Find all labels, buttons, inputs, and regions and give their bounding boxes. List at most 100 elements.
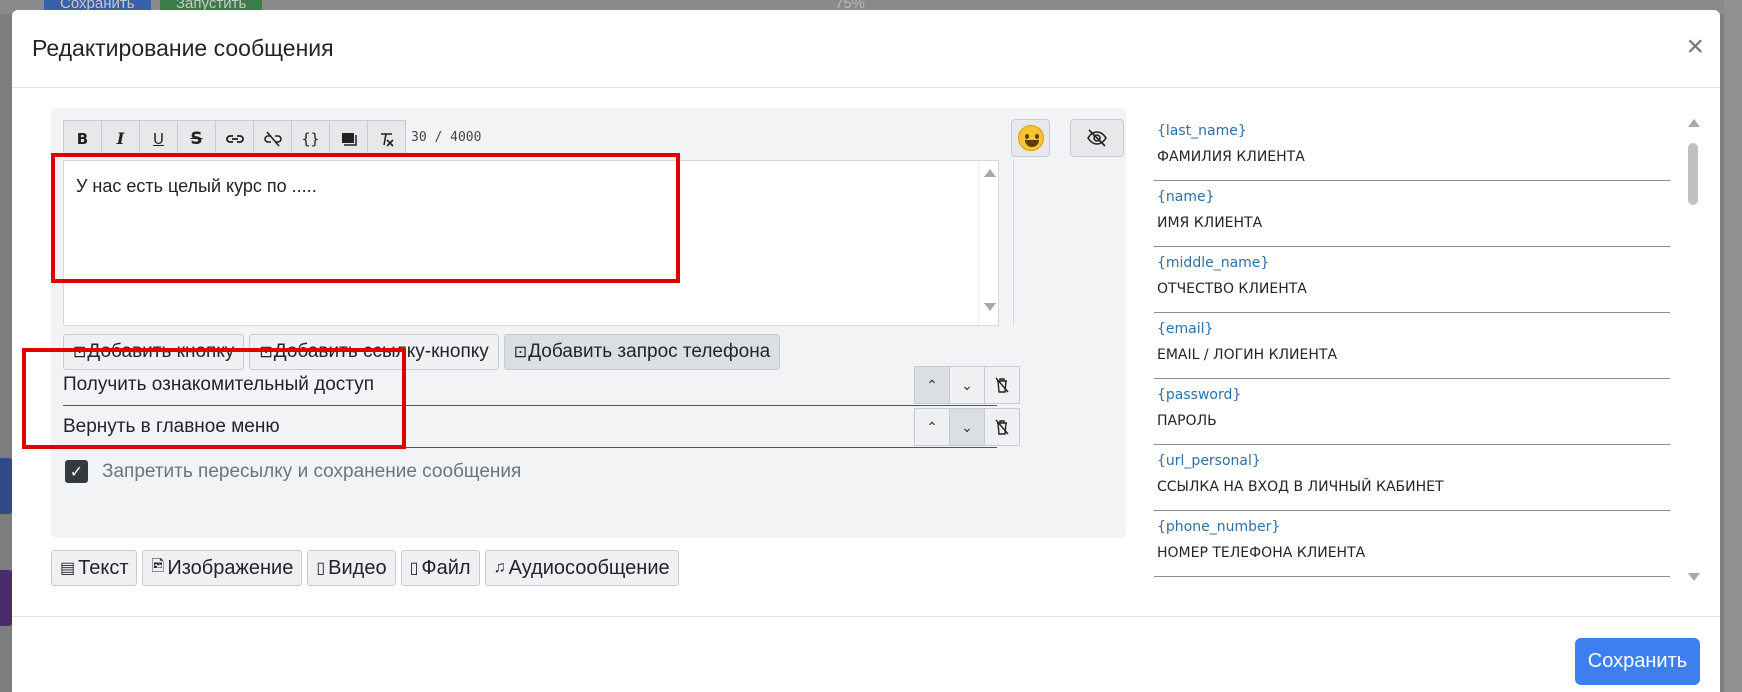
italic-button[interactable]: I [101, 120, 140, 157]
variable-key: {name} [1157, 189, 1215, 205]
image-type-label: Изображение [167, 556, 294, 579]
variable-key: {last_name} [1157, 123, 1247, 139]
textarea-divider [1013, 160, 1014, 326]
add-phone-request-label: Добавить запрос телефона [528, 341, 771, 362]
move-up-button[interactable]: ⌃ [914, 408, 950, 446]
variables-scrollbar[interactable] [1684, 115, 1704, 585]
text-type-button[interactable]: ▤ Текст [51, 550, 138, 586]
variable-value: ПАРОЛЬ [1157, 413, 1217, 429]
bold-icon: B [76, 129, 89, 148]
forbid-forwarding-option: ✓ Запретить пересылку и сохранение сообщ… [65, 460, 521, 483]
background-right-panel [1724, 0, 1742, 692]
variable-key: {email} [1157, 321, 1214, 337]
emoji-button[interactable] [1011, 119, 1050, 157]
audio-type-button[interactable]: ♫ Аудиосообщение [484, 550, 679, 586]
variable-key: {middle_name} [1157, 255, 1270, 271]
code-button[interactable]: {} [291, 120, 330, 157]
inline-button-row: Получить ознакомительный доступ ⌃ ⌄ [63, 366, 1093, 408]
variable-value: ИМЯ КЛИЕНТА [1157, 215, 1263, 231]
chevron-down-icon: ⌄ [961, 418, 973, 435]
variable-item[interactable]: {last_name} ФАМИЛИЯ КЛИЕНТА [1154, 115, 1670, 181]
video-type-label: Видео [328, 556, 387, 579]
variable-item[interactable]: {email} EMAIL / ЛОГИН КЛИЕНТА [1154, 313, 1670, 379]
checkmark-icon: ✓ [69, 463, 84, 481]
variable-key: {url_personal} [1157, 453, 1261, 469]
clear-format-button[interactable] [367, 120, 406, 157]
move-up-button[interactable]: ⌃ [914, 366, 950, 404]
chevron-up-icon: ⌃ [926, 418, 938, 435]
variable-key: {password} [1157, 387, 1242, 403]
add-box-icon: ⊡ [259, 344, 273, 361]
textarea-scrollbar[interactable] [978, 161, 998, 325]
scroll-down-icon[interactable] [984, 303, 996, 311]
image-type-button[interactable]: 🖻 Изображение [142, 550, 303, 586]
link-icon [225, 134, 244, 143]
scrollbar-thumb[interactable] [1688, 143, 1698, 205]
forbid-forwarding-label: Запретить пересылку и сохранение сообщен… [102, 460, 522, 482]
variable-item[interactable]: {phone_number} НОМЕР ТЕЛЕФОНА КЛИЕНТА [1154, 511, 1670, 577]
forbid-forwarding-checkbox[interactable]: ✓ [65, 460, 88, 483]
clear-format-icon [380, 132, 394, 147]
audio-type-label: Аудиосообщение [508, 556, 670, 579]
video-type-button[interactable]: ▯ Видео [307, 550, 396, 586]
move-down-button[interactable]: ⌄ [949, 408, 985, 446]
file-type-label: Файл [421, 556, 471, 579]
text-type-label: Текст [78, 556, 129, 579]
message-textarea[interactable]: У нас есть целый курс по ..... [63, 160, 999, 326]
variable-item[interactable]: {url_personal} ССЫЛКА НА ВХОД В ЛИЧНЫЙ КА… [1154, 445, 1670, 511]
move-down-button[interactable]: ⌄ [949, 366, 985, 404]
variable-item[interactable]: {password} ПАРОЛЬ [1154, 379, 1670, 445]
variable-value: ФАМИЛИЯ КЛИЕНТА [1157, 149, 1305, 165]
formatting-toolbar: B I U S {} [63, 120, 406, 157]
character-counter: 30 / 4000 [411, 130, 482, 145]
file-type-button[interactable]: ▯ Файл [400, 550, 480, 586]
add-buttons-row: ⊡ Добавить кнопку ⊡ Добавить ссылку-кнопку… [63, 334, 781, 370]
image-file-icon: 🖻 [151, 557, 165, 575]
add-link-button-label: Добавить ссылку-кнопку [273, 341, 489, 362]
modal-header: Редактирование сообщения × [12, 10, 1720, 88]
chevron-up-icon: ⌃ [926, 376, 938, 393]
bold-button[interactable]: B [63, 120, 102, 157]
variable-value: НОМЕР ТЕЛЕФОНА КЛИЕНТА [1157, 545, 1366, 561]
link-button[interactable] [215, 120, 254, 157]
inline-button-input[interactable]: Вернуть в главное меню [63, 408, 997, 448]
spoiler-icon [341, 132, 357, 146]
delete-button[interactable] [984, 366, 1020, 404]
spoiler-button[interactable] [329, 120, 368, 157]
delete-icon [995, 377, 1009, 393]
variables-list: {last_name} ФАМИЛИЯ КЛИЕНТА {name} ИМЯ КЛИ… [1154, 115, 1670, 585]
variable-item[interactable]: {name} ИМЯ КЛИЕНТА [1154, 181, 1670, 247]
preview-toggle-button[interactable] [1070, 119, 1124, 157]
add-button-button[interactable]: ⊡ Добавить кнопку [63, 334, 245, 370]
file-icon: ▯ [409, 560, 419, 577]
underline-button[interactable]: U [139, 120, 178, 157]
strikethrough-button[interactable]: S [177, 120, 216, 157]
add-phone-request-button[interactable]: ⊡ Добавить запрос телефона [503, 334, 781, 370]
add-button-label: Добавить кнопку [87, 341, 235, 362]
scroll-up-icon[interactable] [984, 169, 996, 177]
message-text: У нас есть целый курс по ..... [76, 176, 317, 196]
delete-button[interactable] [984, 408, 1020, 446]
unlink-button[interactable] [253, 120, 292, 157]
text-icon: ▤ [60, 560, 76, 577]
save-button[interactable]: Сохранить [1575, 638, 1700, 685]
variable-key: {phone_number} [1157, 519, 1281, 535]
chevron-down-icon: ⌄ [961, 376, 973, 393]
video-file-icon: ▯ [316, 560, 326, 577]
variable-value: ОТЧЕСТВО КЛИЕНТА [1157, 281, 1307, 297]
scroll-up-icon[interactable] [1688, 119, 1700, 127]
add-box-icon: ⊡ [513, 344, 528, 361]
unlink-icon [263, 130, 282, 147]
emoji-icon [1017, 125, 1044, 151]
scroll-down-icon[interactable] [1688, 573, 1700, 581]
strikethrough-icon: S [190, 128, 203, 149]
edit-message-modal: Редактирование сообщения × B I U S {} 30… [12, 10, 1720, 692]
close-icon[interactable]: × [1686, 32, 1704, 62]
variable-value: ССЫЛКА НА ВХОД В ЛИЧНЫЙ КАБИНЕТ [1157, 479, 1444, 495]
delete-icon [995, 419, 1009, 435]
footer-divider [12, 616, 1720, 617]
variable-item[interactable]: {middle_name} ОТЧЕСТВО КЛИЕНТА [1154, 247, 1670, 313]
add-link-button-button[interactable]: ⊡ Добавить ссылку-кнопку [249, 334, 499, 370]
italic-icon: I [116, 129, 125, 148]
inline-button-input[interactable]: Получить ознакомительный доступ [63, 366, 997, 406]
